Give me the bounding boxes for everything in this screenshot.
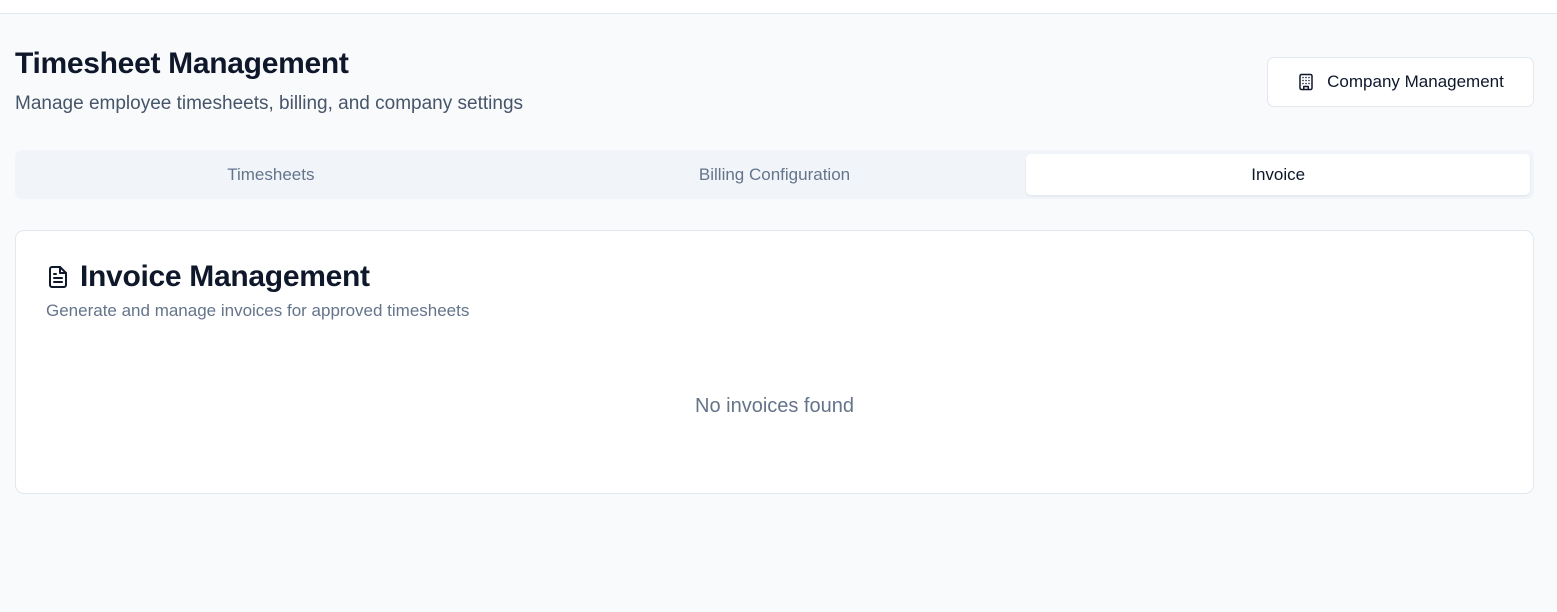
tab-billing-configuration[interactable]: Billing Configuration <box>523 154 1027 195</box>
card-subtitle: Generate and manage invoices for approve… <box>46 301 470 320</box>
empty-state-message: No invoices found <box>695 395 854 417</box>
page-title: Timesheet Management <box>15 47 349 80</box>
page-header: Timesheet Management Manage employee tim… <box>15 46 1534 126</box>
file-text-icon <box>46 265 70 289</box>
card-header: Invoice Management <box>46 259 370 295</box>
company-management-label: Company Management <box>1327 72 1504 91</box>
card-title: Invoice Management <box>80 260 370 293</box>
building-icon <box>1297 73 1315 91</box>
page-subtitle: Manage employee timesheets, billing, and… <box>15 93 524 114</box>
top-bar <box>0 0 1557 14</box>
tab-invoice[interactable]: Invoice <box>1026 154 1531 195</box>
invoice-management-card: Invoice Management Generate and manage i… <box>15 230 1534 494</box>
tab-timesheets[interactable]: Timesheets <box>19 154 523 195</box>
company-management-button[interactable]: Company Management <box>1267 57 1534 107</box>
tab-list: Timesheets Billing Configuration Invoice <box>15 150 1534 199</box>
